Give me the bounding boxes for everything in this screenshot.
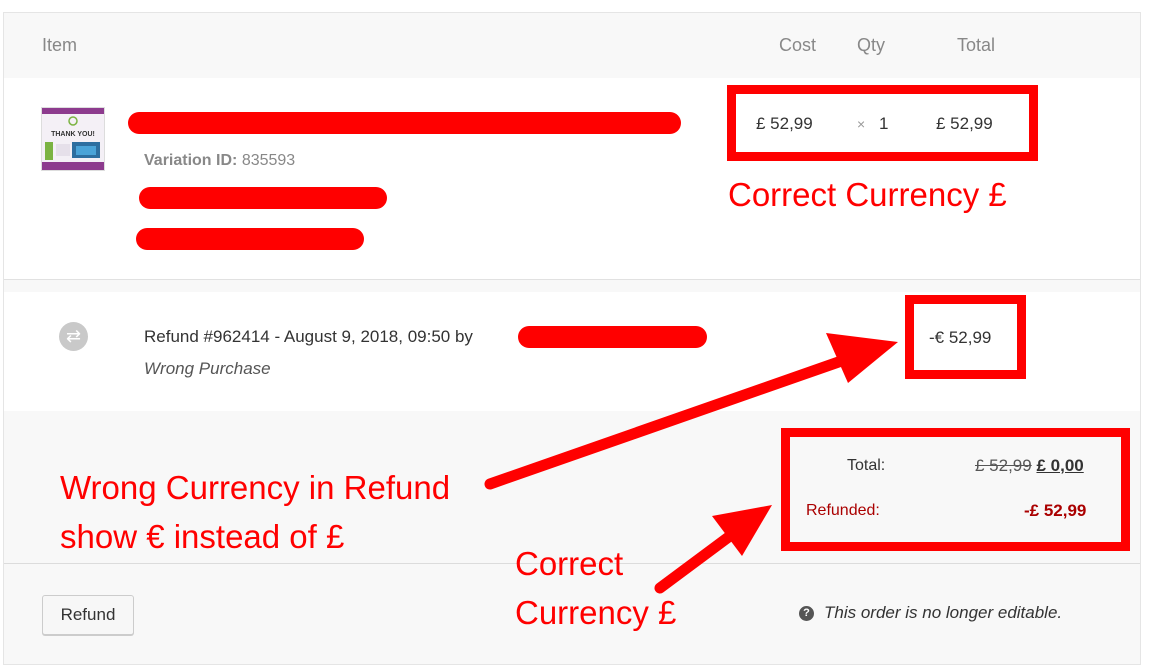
refund-icon: ⇄: [59, 322, 88, 351]
column-header-cost: Cost: [779, 35, 817, 55]
annotation-wrong-currency: Wrong Currency in Refund show € instead …: [60, 463, 450, 561]
column-header-qty: Qty: [857, 35, 886, 55]
not-editable-note: This order is no longer editable.: [824, 603, 1063, 622]
highlight-box-line-item: [727, 85, 1038, 161]
variation-id-label: Variation ID:: [144, 152, 238, 169]
redacted-meta-2: [136, 228, 364, 250]
column-header-total: Total: [957, 35, 996, 55]
product-thumbnail[interactable]: THANK YOU!: [41, 107, 105, 171]
column-header-item: Item: [42, 35, 78, 55]
thumbnail-caption: THANK YOU!: [51, 131, 95, 138]
redacted-refund-user: [518, 326, 707, 348]
product-thumbnail-image: THANK YOU!: [42, 108, 104, 170]
question-icon: ?: [799, 606, 814, 621]
annotation-correct-currency-bottom: Correct Currency £: [515, 539, 676, 637]
refund-description: Refund #962414 - August 9, 2018, 09:50 b…: [144, 327, 473, 346]
variation-id-value: 835593: [241, 152, 296, 169]
annotation-wrong-currency-line1: Wrong Currency in Refund: [60, 469, 451, 506]
annotation-correct-currency-top: Correct Currency £: [728, 176, 1007, 213]
redacted-product-name: [128, 112, 681, 134]
refund-button[interactable]: Refund: [42, 595, 134, 635]
annotation-correct-currency-bottom-line2: Currency £: [515, 594, 677, 631]
highlight-box-refund-amount: [905, 295, 1026, 379]
variation-id: Variation ID: 835593: [144, 152, 295, 170]
highlight-box-totals: [781, 428, 1130, 551]
refund-reason: Wrong Purchase: [144, 359, 271, 378]
row-gap: [4, 280, 1140, 292]
redacted-meta-1: [139, 187, 387, 209]
annotation-wrong-currency-line2: show € instead of £: [60, 518, 345, 555]
annotation-correct-currency-bottom-line1: Correct: [515, 545, 624, 582]
